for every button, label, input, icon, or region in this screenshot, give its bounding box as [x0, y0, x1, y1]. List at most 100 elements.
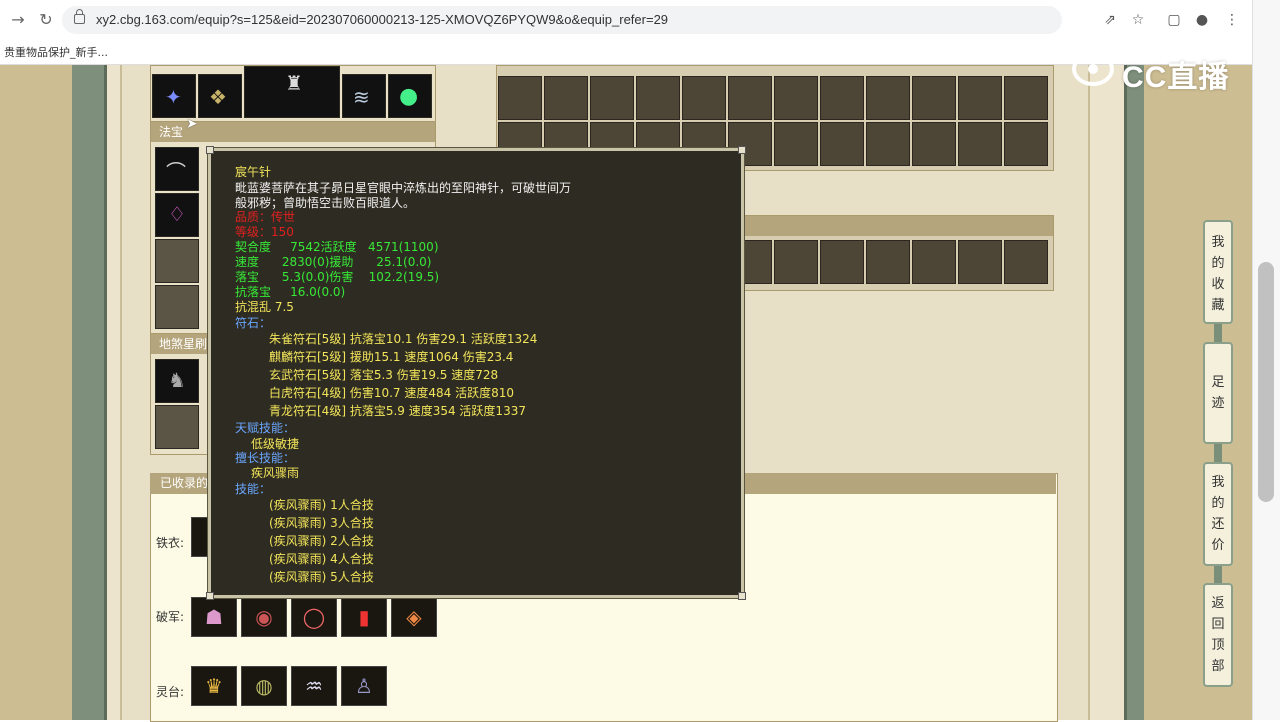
lock-icon [74, 9, 85, 24]
specialty-value: 疾风骤雨 [251, 466, 300, 480]
profile-icon[interactable]: ● [1192, 10, 1212, 30]
fabao-slot[interactable]: ⌒ [155, 147, 199, 191]
inventory-cell[interactable] [774, 240, 818, 284]
inventory-cell[interactable] [728, 76, 772, 120]
disha-slot[interactable]: ♞ [155, 359, 199, 403]
inventory-cell[interactable] [1004, 76, 1048, 120]
bookmarks-bar: 贵重物品保护_新手... [0, 40, 1252, 65]
row-label-lingtai: 灵台: [156, 685, 185, 699]
nav-label: 我的还价 [1211, 475, 1225, 553]
inventory-cell[interactable] [590, 76, 634, 120]
page-bg-right [1144, 65, 1252, 720]
nav-my-bids[interactable]: 我的还价 [1203, 462, 1233, 566]
nav-back-to-top[interactable]: 返回顶部 [1203, 583, 1233, 687]
item-quality: 品质：传世 [235, 210, 296, 224]
reload-icon[interactable]: ↻ [36, 10, 56, 30]
skill-line: (疾风骤雨) 3人合技 [269, 516, 374, 530]
disha-slot[interactable] [155, 405, 199, 449]
inventory-cell[interactable] [866, 122, 910, 166]
scrollbar-thumb[interactable] [1258, 262, 1274, 502]
fabao-slot[interactable]: ♢ [155, 193, 199, 237]
rune-line: 玄武符石[5级] 落宝5.3 伤害19.5 速度728 [269, 368, 499, 382]
skill-line: (疾风骤雨) 2人合技 [269, 534, 374, 548]
nav-label: 返回顶部 [1211, 596, 1225, 674]
inventory-cell[interactable] [820, 76, 864, 120]
inventory-cell[interactable] [820, 240, 864, 284]
stat-line: 速度 2830(0)援助 25.1(0.0) [235, 255, 432, 269]
item-thumb[interactable]: ☗ [191, 597, 237, 637]
side-nav-connector [1214, 443, 1222, 463]
fabao-slot[interactable] [155, 285, 199, 329]
inventory-cell[interactable] [912, 76, 956, 120]
inventory-cell[interactable] [682, 76, 726, 120]
fabao-slot[interactable] [155, 239, 199, 283]
forward-icon[interactable]: → [8, 10, 28, 30]
inventory-cell[interactable] [820, 122, 864, 166]
inventory-cell[interactable] [498, 76, 542, 120]
side-nav-connector [1214, 564, 1222, 584]
side-nav-connector [1214, 322, 1222, 344]
inventory-cell[interactable] [912, 240, 956, 284]
url-text[interactable]: xy2.cbg.163.com/equip?s=125&eid=20230706… [96, 12, 668, 27]
item-thumb[interactable]: ♙ [341, 666, 387, 706]
item-thumb[interactable]: ♛ [191, 666, 237, 706]
inventory-cell[interactable] [866, 240, 910, 284]
menu-icon[interactable]: ⋮ [1222, 10, 1242, 30]
share-icon[interactable]: ⇗ [1100, 10, 1120, 30]
inventory-cell[interactable] [1004, 240, 1048, 284]
stat-line: 抗落宝 16.0(0.0) [235, 285, 346, 299]
inventory-cell[interactable] [636, 76, 680, 120]
row-label-pojun: 破军: [156, 610, 185, 624]
mouse-cursor-icon: ➤ [186, 116, 198, 132]
equip-slot[interactable]: ❖ [198, 74, 242, 118]
item-thumb[interactable]: ◯ [291, 597, 337, 637]
inventory-cell[interactable] [866, 76, 910, 120]
cc-live-watermark: CC直播 [1072, 48, 1252, 94]
item-thumb[interactable]: ◍ [241, 666, 287, 706]
inventory-cell[interactable] [774, 76, 818, 120]
nav-footprints[interactable]: 足迹 [1203, 342, 1233, 444]
address-bar[interactable]: xy2.cbg.163.com/equip?s=125&eid=20230706… [62, 6, 1062, 34]
sidebar-icon[interactable]: ▢ [1164, 10, 1184, 30]
equip-slot[interactable]: ≋ [342, 74, 386, 118]
stat-line: 契合度 7542活跃度 4571(1100) [235, 240, 439, 254]
inventory-cell[interactable] [912, 122, 956, 166]
item-thumb[interactable]: ♒ [291, 666, 337, 706]
item-desc: 毗蓝婆菩萨在其子昴日星官眼中淬炼出的至阳神针，可破世间万 [235, 181, 572, 195]
equip-slot-large[interactable]: ♜ [244, 66, 340, 118]
skill-line: (疾风骤雨) 5人合技 [269, 570, 374, 584]
inventory-cell[interactable] [544, 76, 588, 120]
rune-line: 白虎符石[4级] 伤害10.7 速度484 活跃度810 [269, 386, 514, 400]
page-bg-left [0, 65, 72, 720]
star-icon[interactable]: ☆ [1128, 10, 1148, 30]
item-thumb[interactable]: ◈ [391, 597, 437, 637]
bookmark-item[interactable]: 贵重物品保护_新手... [4, 44, 108, 60]
nav-label: 我的收藏 [1211, 235, 1225, 313]
rune-line: 麒麟符石[5级] 援助15.1 速度1064 伤害23.4 [269, 350, 514, 364]
nav-my-favorites[interactable]: 我的收藏 [1203, 220, 1233, 324]
equip-panel: ✦ ❖ ♜ ≋ ● [150, 65, 436, 123]
skill-line: (疾风骤雨) 4人合技 [269, 552, 374, 566]
inventory-cell[interactable] [958, 240, 1002, 284]
rune-line: 朱雀符石[5级] 抗落宝10.1 伤害29.1 活跃度1324 [269, 332, 538, 346]
inventory-cell[interactable] [958, 122, 1002, 166]
watermark-text: CC直播 [1122, 61, 1230, 94]
cc-logo-icon [1072, 52, 1114, 86]
inventory-cell[interactable] [1004, 122, 1048, 166]
inventory-cell[interactable] [774, 122, 818, 166]
item-tooltip: 宸午针 毗蓝婆菩萨在其子昴日星官眼中淬炼出的至阳神针，可破世间万 般邪秽；曾助悟… [206, 146, 746, 600]
equip-slot[interactable]: ✦ [152, 74, 196, 118]
tooltip-corner [738, 592, 746, 600]
talent-title: 天赋技能： [235, 421, 296, 435]
equip-slot[interactable]: ● [388, 74, 432, 118]
browser-toolbar: → ↻ xy2.cbg.163.com/equip?s=125&eid=2023… [0, 0, 1252, 41]
inventory-cell[interactable] [958, 76, 1002, 120]
nav-label: 足迹 [1211, 375, 1225, 411]
runes-title: 符石： [235, 316, 272, 330]
item-thumb[interactable]: ◉ [241, 597, 287, 637]
skill-line: (疾风骤雨) 1人合技 [269, 498, 374, 512]
rune-line: 青龙符石[4级] 抗落宝5.9 速度354 活跃度1337 [269, 404, 526, 418]
item-thumb[interactable]: ▮ [341, 597, 387, 637]
item-level: 等级：150 [235, 225, 294, 239]
tooltip-corner [206, 146, 214, 154]
